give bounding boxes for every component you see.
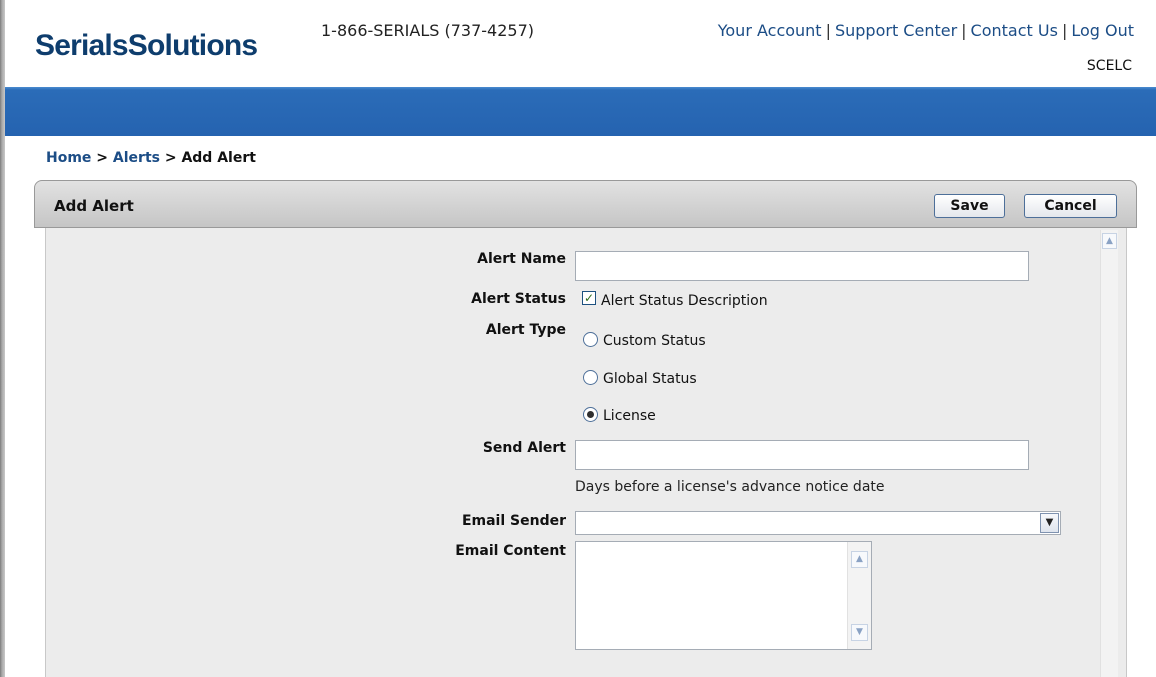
email-sender-select[interactable]: ▼: [575, 511, 1061, 535]
panel-title: Add Alert: [54, 197, 134, 215]
radio-license[interactable]: [583, 407, 598, 422]
link-separator: |: [825, 21, 831, 40]
email-content-label: Email Content: [455, 543, 566, 559]
support-center-link[interactable]: Support Center: [835, 21, 957, 40]
alert-name-label: Alert Name: [477, 251, 566, 267]
radio-custom-status-label: Custom Status: [603, 333, 706, 349]
log-out-link[interactable]: Log Out: [1071, 21, 1134, 40]
alert-status-checkbox-label: Alert Status Description: [601, 293, 768, 309]
alert-type-label: Alert Type: [485, 322, 566, 338]
breadcrumb-separator: >: [96, 150, 109, 166]
alert-status-checkbox[interactable]: ✓: [582, 291, 596, 305]
radio-global-status-label: Global Status: [603, 371, 697, 387]
radio-license-label: License: [603, 408, 656, 424]
breadcrumb-alerts[interactable]: Alerts: [113, 150, 160, 166]
chevron-down-icon[interactable]: ▼: [1040, 513, 1059, 533]
scroll-up-icon[interactable]: ▲: [1102, 233, 1117, 249]
breadcrumb-separator: >: [164, 150, 177, 166]
scroll-down-icon[interactable]: ▼: [851, 624, 868, 641]
phone-number: 1-866-SERIALS (737-4257): [321, 21, 534, 40]
your-account-link[interactable]: Your Account: [718, 21, 822, 40]
link-separator: |: [1061, 21, 1068, 40]
send-alert-label: Send Alert: [482, 440, 566, 456]
breadcrumb-current: Add Alert: [181, 150, 256, 166]
alert-status-label: Alert Status: [471, 291, 566, 307]
cancel-button[interactable]: Cancel: [1024, 194, 1117, 218]
link-separator: |: [961, 21, 967, 40]
navigation-bar: [5, 87, 1156, 136]
breadcrumb-home[interactable]: Home: [46, 150, 91, 166]
panel-scrollbar[interactable]: ▲: [1100, 230, 1118, 677]
radio-global-status[interactable]: [583, 370, 598, 385]
scroll-up-icon[interactable]: ▲: [851, 551, 868, 568]
contact-us-link[interactable]: Contact Us: [971, 21, 1058, 40]
alert-name-input[interactable]: [575, 251, 1029, 281]
breadcrumb: Home > Alerts > Add Alert: [46, 150, 256, 166]
save-button[interactable]: Save: [934, 194, 1005, 218]
add-alert-panel-header: Add Alert Save Cancel: [34, 180, 1137, 228]
send-alert-input[interactable]: [575, 440, 1029, 470]
email-content-textarea[interactable]: ▲ ▼: [575, 541, 872, 650]
organization-name: SCELC: [1086, 58, 1132, 74]
serials-solutions-logo: SerialsSolutions: [35, 29, 258, 62]
top-links: Your Account | Support Center | Contact Us | L…: [718, 21, 1134, 40]
send-alert-hint: Days before a license's advance notice d…: [575, 479, 885, 495]
email-sender-label: Email Sender: [461, 513, 566, 529]
radio-custom-status[interactable]: [583, 332, 598, 347]
check-icon: ✓: [583, 291, 595, 305]
textarea-scrollbar[interactable]: ▲ ▼: [847, 542, 871, 649]
